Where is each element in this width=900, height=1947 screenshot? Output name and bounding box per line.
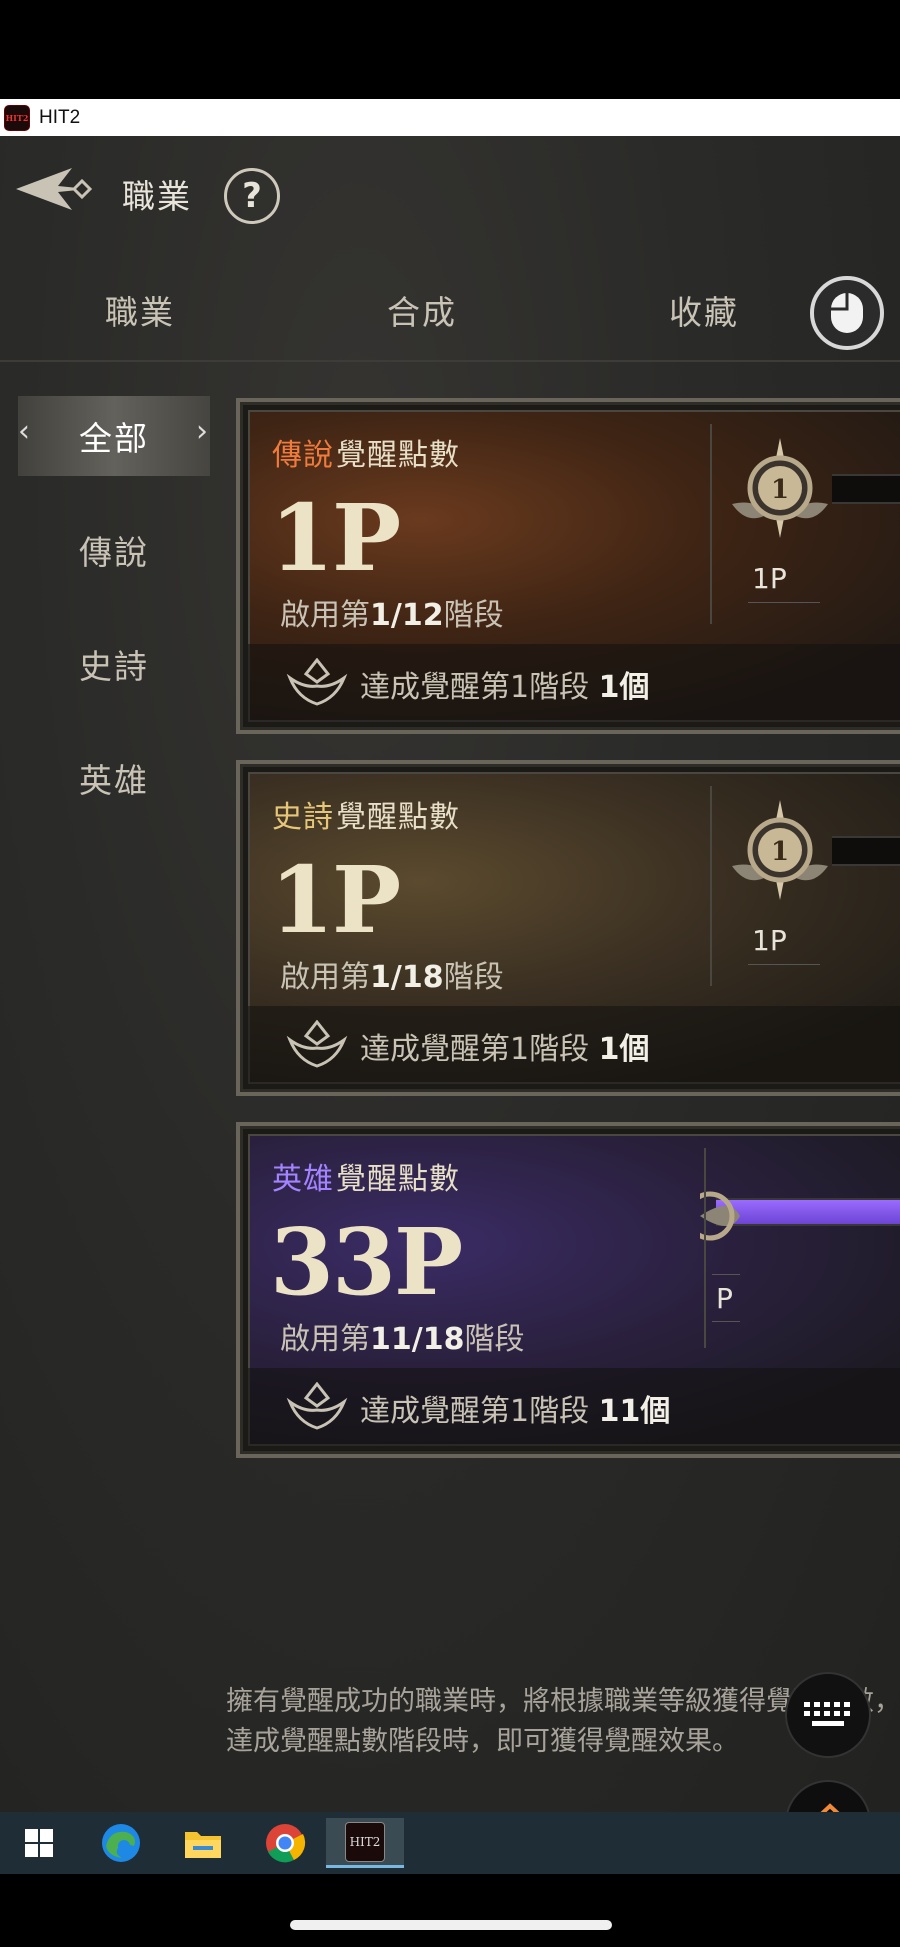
hit2-taskbar-item[interactable]: HIT2 xyxy=(326,1818,404,1868)
divider xyxy=(704,1148,706,1348)
stage-value: 1/12 xyxy=(370,598,444,633)
medal-icon: 1 xyxy=(732,800,828,900)
card-footer: 達成覺醒第1階段 11個 xyxy=(248,1368,900,1446)
file-explorer-taskbar-item[interactable] xyxy=(178,1818,228,1868)
divider xyxy=(710,424,712,624)
tier-label: 傳說 xyxy=(272,438,334,473)
divider xyxy=(710,786,712,986)
medal-number: 1 xyxy=(771,475,789,505)
medal-label: 1P xyxy=(752,562,787,595)
footer-count: 11個 xyxy=(598,1394,671,1429)
awakening-emblem-icon xyxy=(286,1020,348,1068)
stage-prefix: 啟用第 xyxy=(280,598,370,633)
stage-suffix: 階段 xyxy=(443,960,504,995)
chrome-taskbar-item[interactable] xyxy=(260,1818,310,1868)
home-indicator[interactable] xyxy=(290,1920,612,1930)
title-suffix: 覺醒點數 xyxy=(336,800,460,835)
stage-text: 啟用第11/18階段 xyxy=(280,1314,524,1358)
medal-underline xyxy=(748,964,820,965)
window-title: HIT2 xyxy=(39,106,81,128)
footer-prefix: 達成覺醒第1階段 xyxy=(360,670,590,705)
stage-text: 啟用第1/12階段 xyxy=(280,590,504,634)
footer-text: 達成覺醒第1階段 11個 xyxy=(360,1386,670,1430)
awakening-points: 1P xyxy=(270,484,401,592)
awakening-points: 33P xyxy=(270,1208,463,1316)
tabs-divider xyxy=(0,360,900,362)
card-footer: 達成覺醒第1階段 1個 xyxy=(248,1006,900,1084)
window-titlebar: HIT2 HIT2 xyxy=(0,99,900,136)
awakening-card-epic[interactable]: 史詩覺醒點數 1P 啟用第1/18階段 1 1P 達成覺醒第1階段 1個 xyxy=(236,760,900,1096)
tab-bar: 職業 合成 收藏 xyxy=(0,266,900,356)
stage-prefix: 啟用第 xyxy=(280,960,370,995)
title-suffix: 覺醒點數 xyxy=(336,438,460,473)
awakening-points: 1P xyxy=(270,846,401,954)
stage-suffix: 階段 xyxy=(464,1322,525,1357)
card-title: 史詩覺醒點數 xyxy=(272,792,460,836)
header: 職業 ? xyxy=(0,136,900,236)
awakening-emblem-icon xyxy=(286,658,348,706)
screen: HIT2 HIT2 職業 ? 職業 合成 收藏 全部 傳說 史詩 xyxy=(0,0,900,1947)
windows-start-button[interactable] xyxy=(14,1818,64,1868)
footer-count: 1個 xyxy=(598,1032,650,1067)
footer-text: 達成覺醒第1階段 1個 xyxy=(360,662,650,706)
awakening-card-legend[interactable]: 傳說覺醒點數 1P 啟用第1/12階段 1 1P 達成覺醒第1階段 1個 xyxy=(236,398,900,734)
mouse-icon xyxy=(831,293,863,333)
footer-prefix: 達成覺醒第1階段 xyxy=(360,1032,590,1067)
tab-class[interactable]: 職業 xyxy=(105,286,175,334)
taskbar: HIT2 xyxy=(0,1812,900,1874)
filter-legend[interactable]: 傳說 xyxy=(18,510,210,590)
progress-track xyxy=(832,836,900,866)
mouse-mode-button[interactable] xyxy=(810,276,884,350)
medal-underline xyxy=(748,602,820,603)
keyboard-button[interactable] xyxy=(785,1672,871,1758)
help-icon: ? xyxy=(242,176,262,216)
stage-value: 11/18 xyxy=(370,1322,465,1357)
footer-text: 達成覺醒第1階段 1個 xyxy=(360,1024,650,1068)
filter-epic[interactable]: 史詩 xyxy=(18,624,210,704)
app-icon: HIT2 xyxy=(4,104,30,131)
awakening-emblem-icon xyxy=(286,1382,348,1430)
awakening-card-hero[interactable]: 英雄覺醒點數 33P 啟用第11/18階段 P 達成覺醒第1階段 11個 xyxy=(236,1122,900,1458)
edge-browser-icon xyxy=(102,1824,140,1862)
card-title: 英雄覺醒點數 xyxy=(272,1154,460,1198)
stage-prefix: 啟用第 xyxy=(280,1322,370,1357)
medal-number: 1 xyxy=(771,837,789,867)
medal-left-partial-icon xyxy=(700,1191,740,1241)
footer-count: 1個 xyxy=(598,670,650,705)
file-explorer-icon xyxy=(185,1832,221,1858)
tier-label: 英雄 xyxy=(272,1162,334,1197)
card-title: 傳說覺醒點數 xyxy=(272,430,460,474)
stage-text: 啟用第1/18階段 xyxy=(280,952,504,996)
hit2-app-icon: HIT2 xyxy=(345,1821,385,1862)
tier-label: 史詩 xyxy=(272,800,334,835)
card-footer: 達成覺醒第1階段 1個 xyxy=(248,644,900,722)
tab-collection[interactable]: 收藏 xyxy=(669,286,739,334)
medal-right-partial-icon xyxy=(890,1176,900,1256)
medal-label: 1P xyxy=(752,924,787,957)
progress-track xyxy=(832,474,900,504)
page-title: 職業 xyxy=(122,177,192,216)
game-view: 職業 ? 職業 合成 收藏 全部 傳說 史詩 英雄 傳說覺醒點數 1P 啟用第1… xyxy=(0,136,900,1812)
edge-taskbar-item[interactable] xyxy=(96,1818,146,1868)
help-button[interactable]: ? xyxy=(224,168,280,224)
stage-suffix: 階段 xyxy=(443,598,504,633)
stage-value: 1/18 xyxy=(370,960,444,995)
tab-synthesis[interactable]: 合成 xyxy=(387,286,457,334)
footer-prefix: 達成覺醒第1階段 xyxy=(360,1394,590,1429)
medal-label: P xyxy=(716,1282,733,1315)
filter-hero[interactable]: 英雄 xyxy=(18,738,210,818)
windows-start-icon xyxy=(25,1829,53,1857)
back-arrow-icon[interactable] xyxy=(14,164,94,214)
title-suffix: 覺醒點數 xyxy=(336,1162,460,1197)
filter-all[interactable]: 全部 xyxy=(18,396,210,476)
chrome-icon xyxy=(266,1824,306,1863)
hit2-app-label: HIT2 xyxy=(349,1834,381,1849)
keyboard-icon xyxy=(804,1702,850,1726)
medal-icon: 1 xyxy=(732,438,828,538)
